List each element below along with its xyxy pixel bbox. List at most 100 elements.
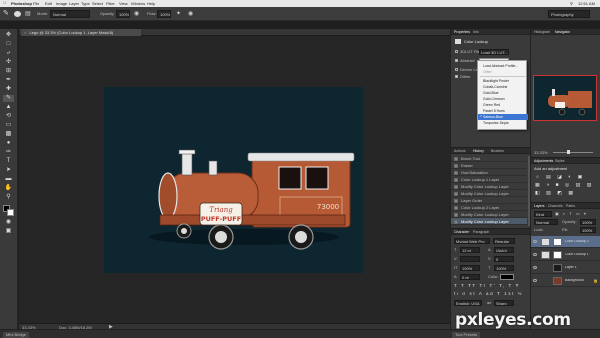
layer-row[interactable]: Color Lookup 2 bbox=[531, 236, 600, 248]
font-size-input[interactable]: 12 pt bbox=[460, 247, 480, 253]
mode-select[interactable]: Normal bbox=[50, 10, 90, 18]
airbrush-icon[interactable]: ✦ bbox=[176, 10, 183, 18]
layer-row[interactable]: Layer 1 bbox=[531, 262, 600, 274]
brush-tool-icon[interactable]: ✎ bbox=[3, 10, 11, 18]
history-item[interactable]: Hue/Saturation bbox=[451, 169, 527, 176]
menu-select[interactable]: Select bbox=[92, 2, 103, 6]
spotlight-icon[interactable]: ⚲ bbox=[570, 2, 573, 6]
stamp-tool-icon[interactable]: ▲ bbox=[3, 104, 14, 111]
radio-device-link[interactable] bbox=[455, 68, 458, 71]
navigator-zoom[interactable]: 33.33% bbox=[534, 151, 548, 155]
radio-3dlut[interactable] bbox=[455, 50, 458, 53]
type-tool-icon[interactable]: T bbox=[3, 158, 14, 165]
menu-file[interactable]: File bbox=[33, 2, 39, 6]
tab-histogram[interactable]: Histogram bbox=[534, 30, 550, 34]
radio-abstract[interactable] bbox=[455, 59, 458, 62]
marquee-tool-icon[interactable]: □ bbox=[3, 41, 14, 48]
workspace-select[interactable]: Photography bbox=[548, 10, 590, 18]
menu-image[interactable]: Image bbox=[56, 2, 67, 6]
mini-bridge-tab[interactable]: Mini Bridge bbox=[3, 332, 30, 338]
zoom-tool-icon[interactable]: ⚲ bbox=[3, 194, 14, 201]
tab-actions[interactable]: Actions bbox=[454, 149, 465, 153]
leading-input[interactable]: (Auto) bbox=[494, 247, 514, 253]
quick-mask-icon[interactable]: ◉ bbox=[3, 219, 14, 226]
pressure-opacity-icon[interactable]: ◉ bbox=[134, 10, 141, 18]
move-tool-icon[interactable]: ✥ bbox=[3, 32, 14, 39]
layer-mask-thumb[interactable] bbox=[553, 238, 562, 246]
font-style-select[interactable]: Regular bbox=[493, 238, 515, 244]
visibility-eye-icon[interactable] bbox=[533, 279, 537, 282]
history-item[interactable]: Modify Color Lookup Layer bbox=[451, 211, 527, 218]
screen-mode-icon[interactable]: ▣ bbox=[3, 228, 14, 235]
brush-tool-icon[interactable]: ✎ bbox=[3, 95, 14, 102]
menu-app[interactable]: Photoshop bbox=[11, 2, 32, 6]
close-tab-icon[interactable]: × bbox=[24, 30, 26, 35]
visibility-eye-icon[interactable] bbox=[533, 240, 537, 243]
document-canvas[interactable]: Triang PUFF-PUFF 73000 bbox=[104, 87, 363, 273]
font-family-select[interactable]: Myriad Web Pro bbox=[454, 238, 490, 244]
history-item-current[interactable]: Modify Color Lookup Layer bbox=[451, 218, 527, 225]
crop-tool-icon[interactable]: ⊞ bbox=[3, 68, 14, 75]
background-color-swatch[interactable] bbox=[7, 209, 14, 216]
anti-alias-select[interactable]: Sharp bbox=[494, 300, 514, 306]
flow-input[interactable]: 100% bbox=[157, 10, 171, 18]
visibility-eye-icon[interactable] bbox=[533, 266, 537, 269]
adjustment-icons-row-1[interactable]: ☼ ▤ ◪ ◐ ▣ bbox=[535, 175, 585, 180]
menu-view[interactable]: View bbox=[119, 2, 128, 6]
layer-opacity-input[interactable]: 100% bbox=[580, 219, 596, 225]
tab-adjustments[interactable]: Adjustments bbox=[534, 159, 553, 163]
menu-layer[interactable]: Layer bbox=[69, 2, 79, 6]
tab-history[interactable]: History bbox=[473, 149, 484, 153]
lasso-tool-icon[interactable]: ⤶ bbox=[3, 50, 14, 57]
select-3dlut[interactable]: Load 3D LUT... bbox=[479, 49, 509, 55]
opacity-input[interactable]: 100% bbox=[116, 10, 130, 18]
menu-type[interactable]: Type bbox=[81, 2, 90, 6]
tab-info[interactable]: Info bbox=[473, 30, 479, 34]
history-brush-tool-icon[interactable]: ⟲ bbox=[3, 113, 14, 120]
menu-edit[interactable]: Edit bbox=[45, 2, 52, 6]
dodge-tool-icon[interactable]: ● bbox=[3, 140, 14, 147]
tab-brushes[interactable]: Brushes bbox=[491, 149, 504, 153]
tab-properties[interactable]: Properties bbox=[454, 30, 470, 34]
history-item[interactable]: Layer Order bbox=[451, 197, 527, 204]
layer-row[interactable]: Background 🔒 bbox=[531, 275, 600, 287]
navigator-zoom-slider[interactable] bbox=[553, 152, 593, 153]
dither-checkbox[interactable] bbox=[455, 75, 458, 78]
menu-help[interactable]: Help bbox=[147, 2, 155, 6]
vertical-scale-input[interactable]: 100% bbox=[460, 265, 480, 271]
navigator-zoom-handle[interactable] bbox=[567, 150, 570, 154]
brush-preset-icon[interactable] bbox=[14, 11, 21, 17]
tab-layers[interactable]: Layers bbox=[534, 204, 545, 208]
gradient-tool-icon[interactable]: ▩ bbox=[3, 131, 14, 138]
tab-navigator[interactable]: Navigator bbox=[555, 30, 570, 34]
history-item[interactable]: Modify Color Lookup Layer bbox=[451, 183, 527, 190]
tracking-input[interactable]: 0 bbox=[494, 256, 514, 262]
layer-filter-select[interactable]: Kind bbox=[534, 211, 552, 217]
shape-tool-icon[interactable]: ▬ bbox=[3, 176, 14, 183]
dd-item-turquoise[interactable]: Turquoise-Sepia bbox=[478, 120, 528, 126]
history-item[interactable]: Brush Tool bbox=[451, 155, 527, 162]
tab-styles[interactable]: Styles bbox=[555, 159, 565, 163]
eyedropper-tool-icon[interactable]: ✒ bbox=[3, 77, 14, 84]
horizontal-scale-input[interactable]: 100% bbox=[494, 265, 514, 271]
tab-paragraph[interactable]: Paragraph bbox=[473, 230, 489, 234]
history-item[interactable]: Eraser bbox=[451, 162, 527, 169]
language-select[interactable]: English: USA bbox=[454, 300, 482, 306]
eraser-tool-icon[interactable]: ▭ bbox=[3, 122, 14, 129]
layer-filter-icons[interactable]: ▣ ◐ T ▭ ⌖ bbox=[555, 212, 587, 216]
adjustment-icons-row-3[interactable]: ◧ ▨ ◩ ▩ bbox=[535, 191, 576, 196]
visibility-eye-icon[interactable] bbox=[533, 253, 537, 256]
blend-mode-select[interactable]: Normal bbox=[534, 219, 558, 225]
history-item[interactable]: Color Lookup 1 Layer bbox=[451, 176, 527, 183]
layer-mask-thumb[interactable] bbox=[553, 251, 562, 259]
tab-channels[interactable]: Channels bbox=[548, 204, 563, 208]
fill-input[interactable]: 100% bbox=[580, 227, 596, 233]
kerning-input[interactable] bbox=[460, 256, 480, 262]
menu-window[interactable]: Window bbox=[131, 2, 145, 6]
quick-select-tool-icon[interactable]: ✣ bbox=[3, 59, 14, 66]
menu-filter[interactable]: Filter bbox=[106, 2, 115, 6]
apple-icon[interactable]:  bbox=[3, 1, 6, 6]
history-item[interactable]: Color Lookup 2 Layer bbox=[451, 204, 527, 211]
pressure-size-icon[interactable]: ◉ bbox=[188, 10, 195, 18]
pen-tool-icon[interactable]: ✑ bbox=[3, 149, 14, 156]
